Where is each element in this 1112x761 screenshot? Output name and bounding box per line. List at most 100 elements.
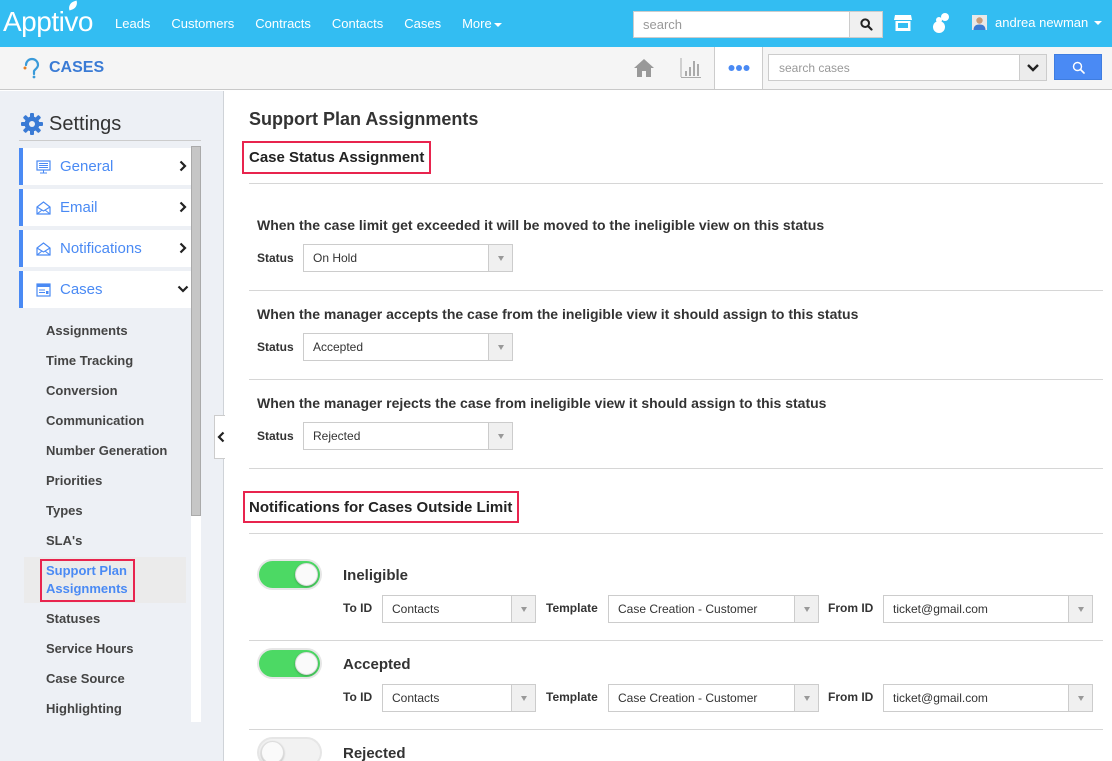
dropdown-arrow-icon <box>488 334 512 360</box>
sidebar-item-label: Notifications <box>60 240 142 257</box>
app-view-icons <box>620 47 763 89</box>
template-select[interactable]: Case Creation - Customer <box>608 684 819 712</box>
global-search <box>633 11 883 38</box>
app-title[interactable]: CASES <box>22 57 104 79</box>
case-search-input[interactable] <box>769 55 1014 80</box>
sidebar-item-email[interactable]: Email <box>19 189 191 226</box>
case-search <box>768 54 1047 81</box>
ear-icon <box>23 57 40 79</box>
main-content: Support Plan Assignments Case Status Ass… <box>225 91 1112 761</box>
from-id-label: From ID <box>828 690 874 704</box>
status-label: Status <box>257 251 294 265</box>
case-search-dropdown[interactable] <box>1019 55 1046 80</box>
more-dots-icon <box>728 65 749 71</box>
sidebar-item-label: Cases <box>60 281 103 298</box>
to-id-select[interactable]: Contacts <box>382 595 536 623</box>
toggle-rejected[interactable] <box>259 739 320 761</box>
nav-contacts[interactable]: Contacts <box>332 16 383 31</box>
nav-more[interactable]: More <box>462 16 502 31</box>
sidebar-subitem-number-generation[interactable]: Number Generation <box>46 443 186 458</box>
sidebar-subitem-highlighting[interactable]: Highlighting <box>46 701 186 716</box>
logo-text: Apptivo <box>3 6 93 37</box>
sidebar-subitem-communication[interactable]: Communication <box>46 413 186 428</box>
nav-leads[interactable]: Leads <box>115 16 150 31</box>
dropdown-arrow-icon <box>1068 596 1092 622</box>
window-icon <box>36 282 51 297</box>
template-select[interactable]: Case Creation - Customer <box>608 595 819 623</box>
sidebar-subitem-time-tracking[interactable]: Time Tracking <box>46 353 186 368</box>
sidebar-subitem-conversion[interactable]: Conversion <box>46 383 186 398</box>
to-id-select[interactable]: Contacts <box>382 684 536 712</box>
sidebar-scrollbar-thumb[interactable] <box>191 146 201 516</box>
global-search-button[interactable] <box>849 12 882 37</box>
nav-cases[interactable]: Cases <box>404 16 441 31</box>
app-header-bar: CASES <box>0 47 1112 90</box>
apptivo-logo[interactable]: Apptivo <box>3 0 93 38</box>
app-store-button[interactable] <box>893 13 913 38</box>
sidebar-subitem-priorities[interactable]: Priorities <box>46 473 186 488</box>
toggle-knob <box>295 652 318 675</box>
search-icon <box>859 18 873 31</box>
sidebar-subitem-statuses[interactable]: Statuses <box>46 611 186 626</box>
sidebar-item-label: General <box>60 158 114 175</box>
nav-contracts[interactable]: Contracts <box>255 16 311 31</box>
user-connect-button[interactable] <box>932 11 952 40</box>
sidebar-subitem-assignments[interactable]: Assignments <box>46 323 186 338</box>
status-select-ineligible[interactable]: On Hold <box>303 244 513 272</box>
sidebar-item-label: Email <box>60 199 98 216</box>
divider <box>249 533 1103 534</box>
highlight-box <box>242 141 431 174</box>
monitor-icon <box>36 159 51 173</box>
case-search-button[interactable] <box>1054 54 1102 80</box>
sidebar-subitem-service-hours[interactable]: Service Hours <box>46 641 186 656</box>
divider <box>19 140 201 141</box>
envelope-icon <box>36 241 51 256</box>
toggle-knob <box>295 563 318 586</box>
dropdown-arrow-icon <box>511 596 535 622</box>
sidebar-item-general[interactable]: General <box>19 148 191 185</box>
envelope-icon <box>36 200 51 215</box>
dropdown-arrow-icon <box>794 685 818 711</box>
sidebar-item-cases[interactable]: Cases <box>19 271 191 308</box>
divider <box>249 468 1103 469</box>
sidebar-subitem-slas[interactable]: SLA's <box>46 533 186 548</box>
divider <box>249 640 1103 641</box>
rule-question: When the case limit get exceeded it will… <box>257 217 825 233</box>
dropdown-arrow-icon <box>1068 685 1092 711</box>
template-label: Template <box>546 690 598 704</box>
sidebar-item-notifications[interactable]: Notifications <box>19 230 191 267</box>
settings-title-text: Settings <box>49 112 122 135</box>
toggle-ineligible[interactable] <box>259 561 320 588</box>
people-icon <box>933 13 949 33</box>
status-select-accepted[interactable]: Accepted <box>303 333 513 361</box>
settings-menu: General Email Notifications Cases <box>19 148 191 312</box>
global-search-input[interactable] <box>634 12 849 37</box>
divider <box>249 290 1103 291</box>
highlight-box <box>40 559 135 602</box>
select-value: Contacts <box>392 691 440 705</box>
reports-button[interactable] <box>667 47 714 89</box>
dropdown-arrow-icon <box>511 685 535 711</box>
user-menu[interactable]: andrea newman <box>972 15 1103 30</box>
user-name: andrea newman <box>995 15 1089 30</box>
sidebar-subitem-case-source[interactable]: Case Source <box>46 671 186 686</box>
sidebar-subitem-types[interactable]: Types <box>46 503 186 518</box>
from-id-select[interactable]: ticket@gmail.com <box>883 684 1093 712</box>
select-value: Rejected <box>313 429 361 443</box>
to-id-label: To ID <box>343 601 373 615</box>
store-icon <box>894 15 912 31</box>
notification-name: Accepted <box>343 656 411 673</box>
top-navigation-bar: Apptivo Leads Customers Contracts Contac… <box>0 0 1112 47</box>
more-button[interactable] <box>714 47 763 89</box>
home-button[interactable] <box>620 47 667 89</box>
status-select-rejected[interactable]: Rejected <box>303 422 513 450</box>
from-id-select[interactable]: ticket@gmail.com <box>883 595 1093 623</box>
toggle-accepted[interactable] <box>259 650 320 677</box>
divider <box>249 379 1103 380</box>
main-nav: Leads Customers Contracts Contacts Cases… <box>115 16 523 31</box>
nav-customers[interactable]: Customers <box>171 16 234 31</box>
dropdown-arrow-icon <box>488 245 512 271</box>
to-id-label: To ID <box>343 690 373 704</box>
select-value: ticket@gmail.com <box>893 691 988 705</box>
status-label: Status <box>257 429 294 443</box>
